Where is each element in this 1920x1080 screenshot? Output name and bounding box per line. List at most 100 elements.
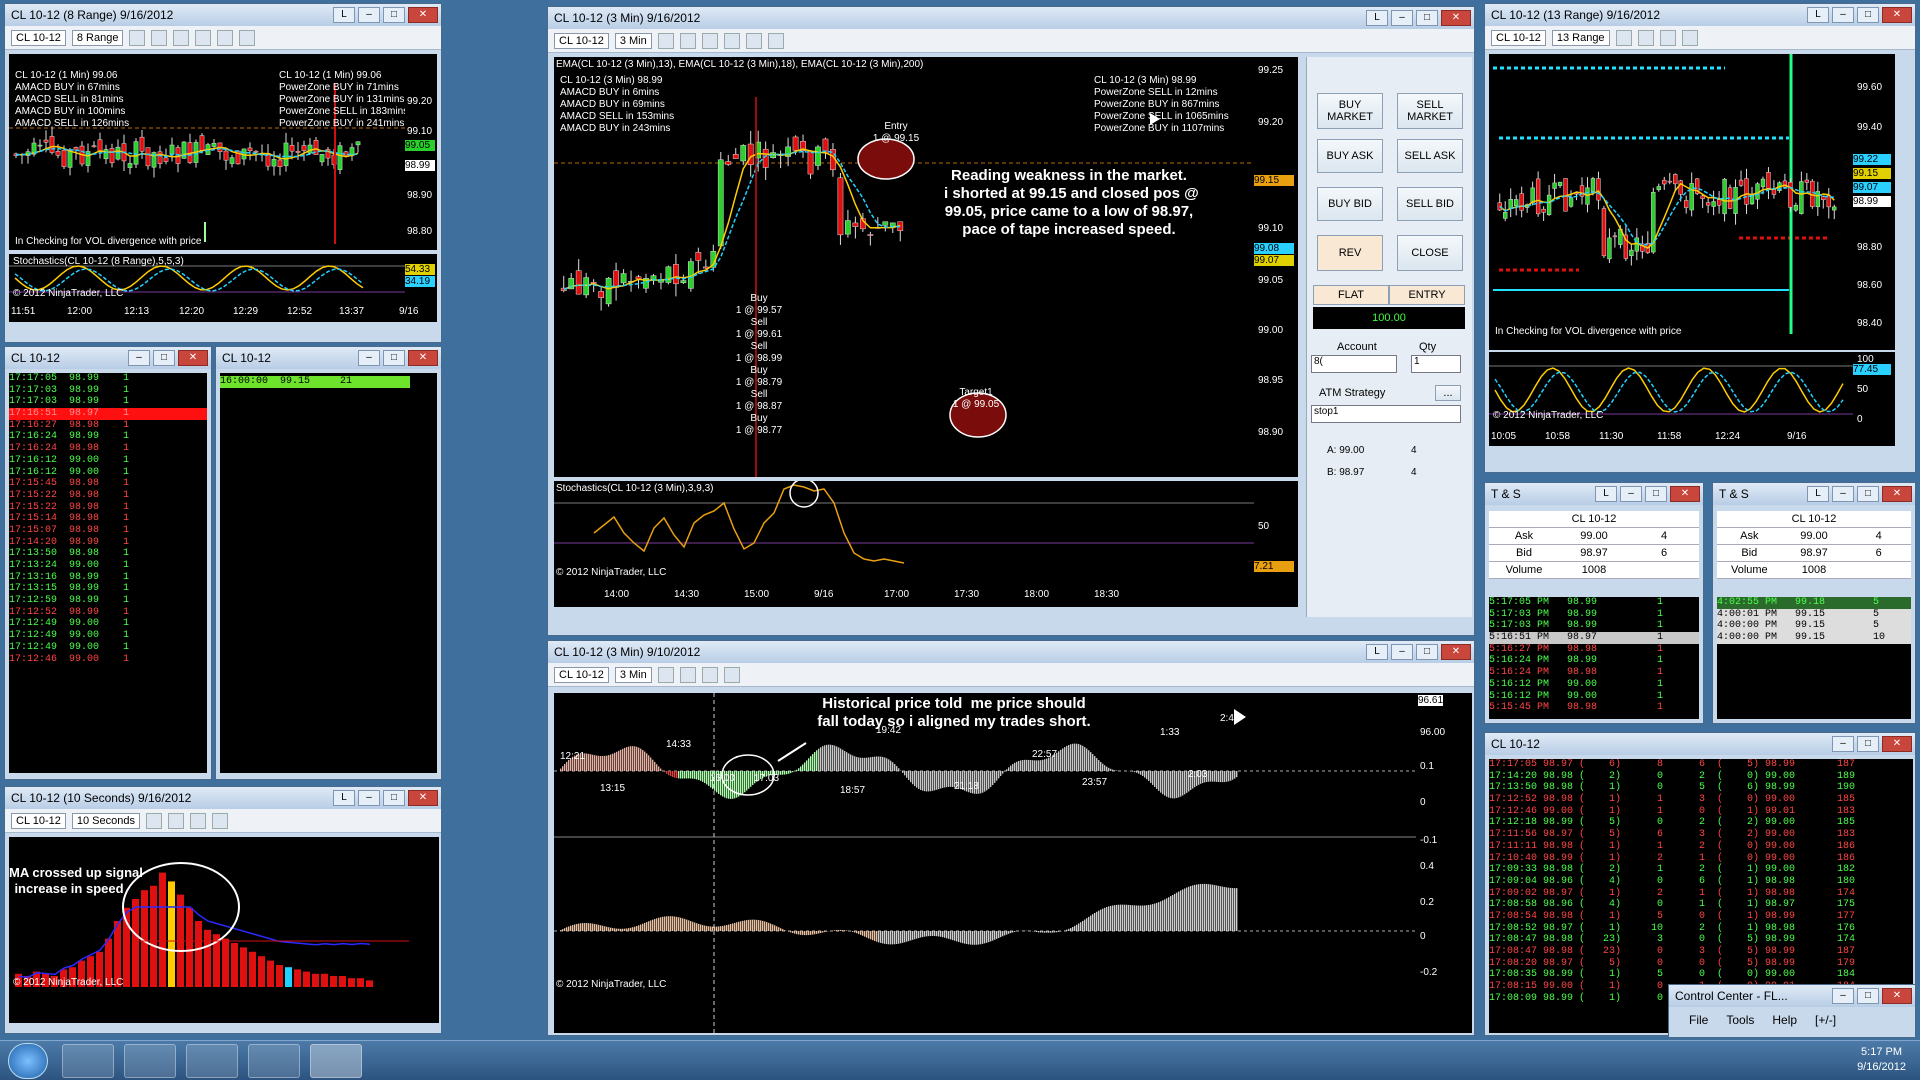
crosshair-icon[interactable] [701, 666, 718, 683]
minimize-button[interactable]: – [1832, 736, 1854, 752]
crosshair-icon[interactable] [701, 32, 718, 49]
bar-type-icon[interactable] [1615, 29, 1632, 46]
link-button[interactable]: L [1366, 10, 1388, 26]
menu-help[interactable]: Help [1772, 1013, 1797, 1027]
zoom-icon[interactable] [1681, 29, 1698, 46]
start-button[interactable] [8, 1043, 48, 1079]
maximize-button[interactable]: □ [1645, 486, 1667, 502]
menu-tools[interactable]: Tools [1726, 1013, 1754, 1027]
maximize-button[interactable]: □ [383, 790, 405, 806]
zoom-icon[interactable] [211, 812, 228, 829]
maximize-button[interactable]: □ [1857, 7, 1879, 23]
close-button[interactable]: ✕ [1441, 644, 1471, 660]
minimize-button[interactable]: – [1832, 7, 1854, 23]
maximize-button[interactable]: □ [1416, 644, 1438, 660]
minimize-button[interactable]: – [128, 350, 150, 366]
maximize-button[interactable]: □ [383, 7, 405, 23]
close-button[interactable]: ✕ [408, 350, 438, 366]
stochastics-panel[interactable]: Stochastics(CL 10-12 (3 Min),3,9,3) © 20… [554, 481, 1254, 583]
internet-explorer-icon[interactable] [248, 1044, 300, 1078]
period-select[interactable]: 8 Range [71, 29, 124, 46]
maximize-button[interactable]: □ [383, 350, 405, 366]
minimize-button[interactable]: – [358, 350, 380, 366]
close-button[interactable]: ✕ [178, 350, 208, 366]
volume-chart[interactable]: MA crossed up signal increase in speed ©… [9, 837, 439, 1023]
zoom-icon[interactable] [723, 32, 740, 49]
minimize-button[interactable]: – [1391, 10, 1413, 26]
close-button[interactable]: ✕ [1670, 486, 1700, 502]
strategies-icon[interactable] [239, 29, 256, 46]
title-bar[interactable]: CL 10-12 – □ ✕ [5, 347, 211, 369]
window-time-and-sales-2[interactable]: T & S L – □ ✕ CL 10-12 Ask 99.00 4 Bid 98.97 6 V… [1712, 482, 1916, 724]
maximize-button[interactable]: □ [1857, 988, 1879, 1004]
title-bar[interactable]: T & S L – □ ✕ [1713, 483, 1915, 505]
crosshair-icon[interactable] [1659, 29, 1676, 46]
link-button[interactable]: L [1366, 644, 1388, 660]
sell-bid-button[interactable]: SELL BID [1397, 187, 1463, 221]
window-8-range-chart[interactable]: CL 10-12 (8 Range) 9/16/2012 L – □ ✕ CL 10-1… [4, 3, 442, 343]
instrument-select[interactable]: CL 10-12 [554, 32, 609, 49]
buy-ask-button[interactable]: BUY ASK [1317, 139, 1383, 173]
window-historical-chart[interactable]: CL 10-12 (3 Min) 9/10/2012 L – □ ✕ CL 10-12 3… [547, 640, 1475, 1036]
minimize-button[interactable]: – [358, 7, 380, 23]
draw-tool-icon[interactable] [151, 29, 168, 46]
close-button[interactable]: ✕ [1882, 736, 1912, 752]
crosshair-icon[interactable] [189, 812, 206, 829]
title-bar[interactable]: CL 10-12 (10 Seconds) 9/16/2012 L – □ ✕ [5, 787, 441, 809]
window-last-print[interactable]: CL 10-12 – □ ✕ 16:00:00 99.15 21 [215, 346, 442, 780]
title-bar[interactable]: CL 10-12 (13 Range) 9/16/2012 L – □ ✕ [1485, 4, 1915, 26]
maximize-button[interactable]: □ [1416, 10, 1438, 26]
trade-rows[interactable]: 4:02:55 PM 99.18 5 4:00:01 PM 99.15 5 4:00… [1717, 597, 1911, 719]
link-button[interactable]: L [333, 790, 355, 806]
bar-type-icon[interactable] [657, 32, 674, 49]
minimize-button[interactable]: – [1832, 988, 1854, 1004]
control-center-window[interactable]: Control Center - FL... – □ ✕ File Tools Hel… [1668, 984, 1916, 1038]
bar-type-icon[interactable] [657, 666, 674, 683]
ninjatrader-icon[interactable] [310, 1044, 362, 1078]
reverse-button[interactable]: REV [1317, 235, 1383, 271]
sell-market-button[interactable]: SELL MARKET [1397, 93, 1463, 129]
bar-type-icon[interactable] [145, 812, 162, 829]
instrument-select[interactable]: CL 10-12 [554, 666, 609, 683]
instrument-select[interactable]: CL 10-12 [11, 812, 66, 829]
indicators-icon[interactable] [745, 32, 762, 49]
window-time-and-sales[interactable]: T & S L – □ ✕ CL 10-12 Ask 99.00 4 Bid 98.97 6 V… [1484, 482, 1704, 724]
close-button[interactable]: ✕ [1441, 10, 1471, 26]
title-bar[interactable]: CL 10-12 (8 Range) 9/16/2012 L – □ ✕ [5, 4, 441, 26]
histogram-chart[interactable]: Historical price told me price should fa… [554, 693, 1416, 1033]
tray-clock[interactable]: 5:17 PM 9/16/2012 [1857, 1045, 1906, 1075]
window-13-range-chart[interactable]: CL 10-12 (13 Range) 9/16/2012 L – □ ✕ CL 10-… [1484, 3, 1916, 473]
draw-tool-icon[interactable] [1637, 29, 1654, 46]
instrument-select[interactable]: CL 10-12 [11, 29, 66, 46]
atm-strategy-select[interactable]: stop1 [1311, 405, 1461, 423]
draw-tool-icon[interactable] [167, 812, 184, 829]
window-10-seconds-chart[interactable]: CL 10-12 (10 Seconds) 9/16/2012 L – □ ✕ CL 1… [4, 786, 442, 1034]
instrument-select[interactable]: CL 10-12 [1491, 29, 1546, 46]
zoom-icon[interactable] [723, 666, 740, 683]
chrome-icon[interactable] [62, 1044, 114, 1078]
draw-tool-icon[interactable] [679, 32, 696, 49]
tape-rows[interactable]: 17:17:05 98.99 1 17:17:03 98.99 1 17:17:03… [9, 373, 207, 773]
stochastics-panel[interactable]: © 2012 NinjaTrader, LLC [1489, 352, 1853, 428]
title-bar[interactable]: CL 10-12 – □ ✕ [216, 347, 441, 369]
close-button[interactable]: ✕ [1882, 7, 1912, 23]
window-3-min-chart[interactable]: CL 10-12 (3 Min) 9/16/2012 L – □ ✕ CL 10-12 3… [547, 6, 1475, 636]
crosshair-icon[interactable] [173, 29, 190, 46]
close-button[interactable]: ✕ [408, 790, 438, 806]
title-bar[interactable]: CL 10-12 – □ ✕ [1485, 733, 1915, 755]
period-select[interactable]: 13 Range [1551, 29, 1610, 46]
title-bar[interactable]: CL 10-12 (3 Min) 9/10/2012 L – □ ✕ [548, 641, 1474, 663]
link-button[interactable]: L [1595, 486, 1617, 502]
close-button[interactable]: ✕ [1882, 988, 1912, 1004]
sell-ask-button[interactable]: SELL ASK [1397, 139, 1463, 173]
minimize-button[interactable]: – [1832, 486, 1854, 502]
close-position-button[interactable]: CLOSE [1397, 235, 1463, 271]
period-select[interactable]: 3 Min [614, 666, 652, 683]
buy-market-button[interactable]: BUY MARKET [1317, 93, 1383, 129]
qty-stepper[interactable]: 1 [1411, 355, 1461, 373]
price-chart[interactable]: In Checking for VOL divergence with pric… [1489, 54, 1853, 350]
strategies-icon[interactable] [767, 32, 784, 49]
title-bar[interactable]: CL 10-12 (3 Min) 9/16/2012 L – □ ✕ [548, 7, 1474, 29]
zoom-icon[interactable] [195, 29, 212, 46]
media-player-icon[interactable] [186, 1044, 238, 1078]
